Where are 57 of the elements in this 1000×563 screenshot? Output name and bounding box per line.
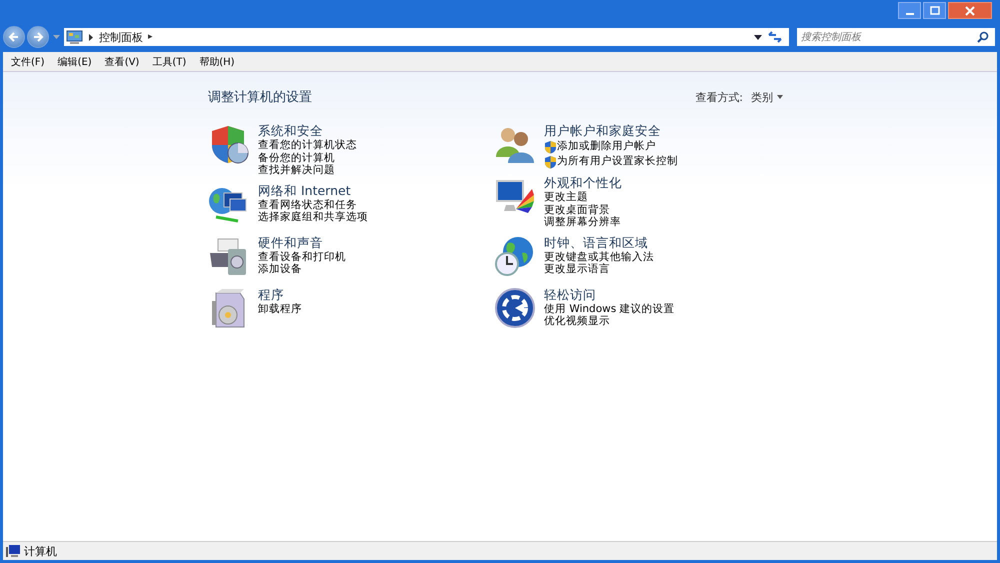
minimize-icon xyxy=(906,12,914,14)
task-link[interactable]: 调整屏幕分辨率 xyxy=(544,216,621,228)
task-link[interactable]: 添加或删除用户帐户 xyxy=(544,139,656,154)
search-field[interactable]: 搜索控制面板 xyxy=(797,28,995,46)
category-title[interactable]: 时钟、语言和区域 xyxy=(544,234,648,250)
task-link[interactable]: 使用 Windows 建议的设置 xyxy=(544,302,675,315)
caret-icon xyxy=(777,95,783,99)
task-link[interactable]: 选择家庭组和共享选项 xyxy=(258,211,368,224)
task-link[interactable]: 优化视频显示 xyxy=(544,315,610,328)
category-title[interactable]: 系统和安全 xyxy=(258,123,323,139)
category-title[interactable]: 用户帐户和家庭安全 xyxy=(544,123,661,139)
task-link[interactable]: 卸载程序 xyxy=(258,302,302,315)
task-link[interactable]: 更改键盘或其他输入法 xyxy=(544,250,654,263)
refresh-icon[interactable] xyxy=(767,30,783,44)
view-by-label: 查看方式: xyxy=(695,90,743,104)
close-icon xyxy=(965,6,975,16)
status-text: 计算机 xyxy=(24,544,57,558)
breadcrumb-arrow-icon[interactable] xyxy=(88,34,94,40)
close-button[interactable] xyxy=(948,2,992,19)
task-link[interactable]: 添加设备 xyxy=(258,263,302,276)
computer-icon xyxy=(6,545,20,557)
task-link[interactable]: 查找并解决问题 xyxy=(258,164,335,176)
category-title[interactable]: 外观和个性化 xyxy=(544,175,622,191)
back-button[interactable] xyxy=(3,26,25,48)
minimize-button[interactable] xyxy=(898,2,921,19)
menu-item[interactable]: 工具(T) xyxy=(152,54,186,68)
task-link[interactable]: 查看网络状态和任务 xyxy=(258,198,357,211)
search-icon[interactable] xyxy=(977,31,989,43)
globe-clock-icon[interactable] xyxy=(494,234,536,276)
task-link[interactable]: 更改显示语言 xyxy=(544,263,610,276)
control-panel-icon xyxy=(66,30,83,44)
task-link[interactable]: 更改桌面背景 xyxy=(544,204,610,216)
breadcrumb-arrow[interactable]: ▸ xyxy=(148,32,153,42)
forward-button[interactable] xyxy=(27,26,49,48)
menu-item[interactable]: 文件(F) xyxy=(11,54,45,68)
accessibility-icon[interactable] xyxy=(494,286,536,328)
page-heading: 调整计算机的设置 xyxy=(208,89,312,106)
task-link[interactable]: 更改主题 xyxy=(544,191,588,204)
maximize-button[interactable] xyxy=(923,2,946,19)
task-link[interactable]: 为所有用户设置家长控制 xyxy=(544,154,678,169)
view-by-dropdown[interactable]: 类别 xyxy=(751,90,783,104)
address-field[interactable]: 控制面板 ▸ xyxy=(64,28,789,46)
menu-item[interactable]: 编辑(E) xyxy=(58,54,92,68)
task-link[interactable]: 备份您的计算机 xyxy=(258,152,335,164)
category-title[interactable]: 轻松访问 xyxy=(544,286,596,302)
task-link[interactable]: 查看您的计算机状态 xyxy=(258,139,357,152)
menu-item[interactable]: 查看(V) xyxy=(104,54,140,68)
category-title[interactable]: 硬件和声音 xyxy=(258,234,323,250)
task-link[interactable]: 查看设备和打印机 xyxy=(258,250,346,263)
uac-shield-icon xyxy=(544,140,557,154)
uac-shield-icon xyxy=(544,154,557,168)
dropdown-icon[interactable] xyxy=(754,34,762,40)
category-title[interactable]: 网络和 Internet xyxy=(258,182,351,198)
menu-item[interactable]: 帮助(H) xyxy=(199,54,235,68)
breadcrumb-item[interactable]: 控制面板 xyxy=(99,30,143,44)
category-title[interactable]: 程序 xyxy=(258,286,284,302)
maximize-icon xyxy=(930,6,940,16)
